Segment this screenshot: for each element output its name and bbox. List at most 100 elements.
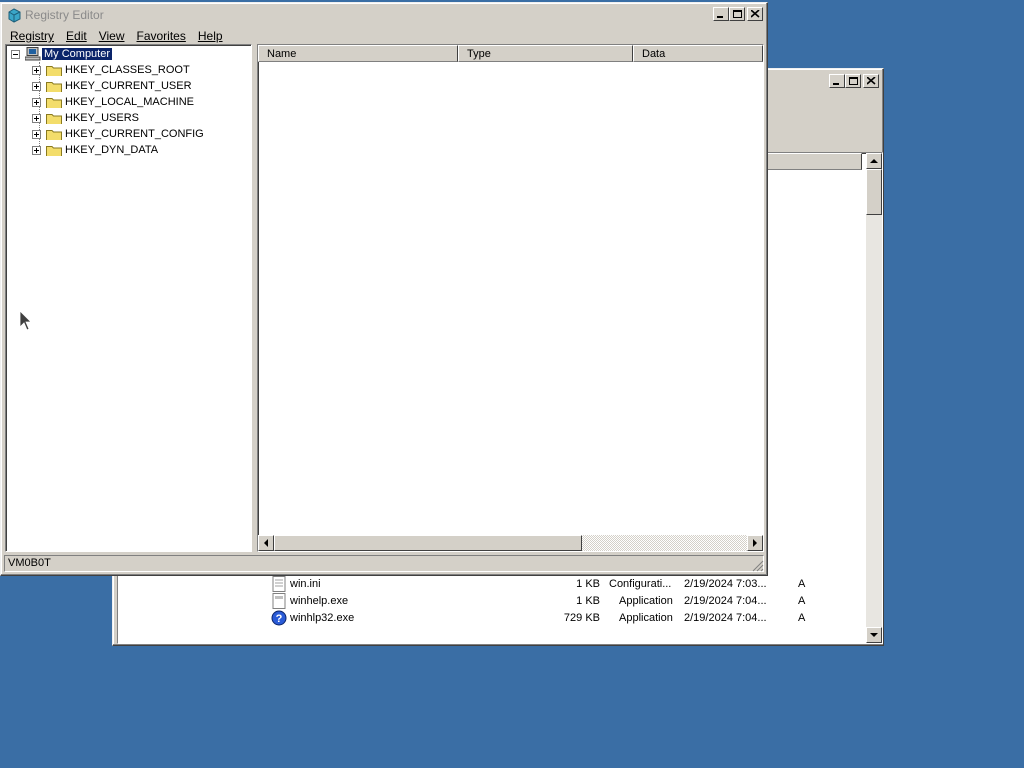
close-button[interactable] [863, 74, 879, 88]
minimize-icon [833, 83, 839, 85]
expand-icon[interactable] [32, 145, 41, 155]
file-row[interactable]: winhelp.exe 1 KB Application 2/19/2024 7… [268, 593, 858, 610]
scroll-down-button[interactable] [866, 627, 882, 643]
menu-bar: Registry Edit View Favorites Help [4, 27, 229, 45]
minimize-button[interactable] [829, 74, 845, 88]
folder-icon [46, 82, 62, 92]
menu-edit[interactable]: Edit [60, 29, 93, 43]
tree-root-label: My Computer [40, 47, 114, 61]
folder-icon [46, 130, 62, 140]
values-hscroll[interactable] [258, 535, 763, 551]
file-type: Application [619, 612, 673, 624]
svg-text:?: ? [276, 613, 283, 625]
scroll-thumb[interactable] [866, 169, 882, 215]
pane-splitter[interactable] [252, 44, 256, 552]
file-modified: 2/19/2024 7:03... [684, 578, 767, 590]
menu-label: View [98, 29, 125, 43]
file-type: Application [619, 595, 673, 607]
tree-item-label: HKEY_DYN_DATA [65, 144, 159, 156]
computer-icon [25, 47, 41, 61]
column-header-name[interactable]: Name [258, 45, 458, 62]
explorer-title-buttons [829, 74, 879, 88]
file-size: 729 KB [563, 612, 600, 624]
menu-label: Registry [10, 29, 55, 43]
folder-icon [46, 114, 62, 124]
tree-item-hkdd[interactable]: HKEY_DYN_DATA [32, 142, 158, 158]
column-header-data[interactable]: Data [633, 45, 763, 62]
column-header-type[interactable]: Type [458, 45, 633, 62]
tree-item-label: HKEY_CLASSES_ROOT [65, 64, 190, 76]
ini-file-icon [272, 576, 286, 592]
arrow-left-icon [264, 539, 268, 547]
explorer-vscroll[interactable] [866, 153, 882, 643]
close-button[interactable] [747, 7, 763, 21]
expand-icon[interactable] [32, 129, 41, 139]
column-label: Name [267, 48, 297, 60]
tree-item-label: HKEY_CURRENT_USER [65, 80, 192, 92]
close-icon [751, 10, 760, 18]
folder-icon [46, 146, 62, 156]
tree-item-hklm[interactable]: HKEY_LOCAL_MACHINE [32, 94, 194, 110]
file-modified: 2/19/2024 7:04... [684, 595, 767, 607]
file-size: 1 KB [576, 578, 600, 590]
expand-icon[interactable] [32, 65, 41, 75]
file-attr: A [798, 578, 806, 590]
tree-item-hkcu[interactable]: HKEY_CURRENT_USER [32, 78, 192, 94]
minimize-button[interactable] [713, 7, 729, 21]
tree-pane[interactable]: My Computer HKEY_CLASSES_ROOT HKEY_CURRE… [5, 44, 252, 552]
window-title: Registry Editor [25, 8, 104, 22]
tree-item-hku[interactable]: HKEY_USERS [32, 110, 139, 126]
folder-icon [46, 98, 62, 108]
folder-icon [46, 66, 62, 76]
file-modified: 2/19/2024 7:04... [684, 612, 767, 624]
file-name: winhlp32.exe [290, 612, 355, 624]
close-icon [867, 77, 876, 85]
file-attr: A [798, 612, 806, 624]
menu-label: Favorites [136, 29, 186, 43]
arrow-down-icon [870, 633, 878, 637]
menu-label: Edit [66, 29, 87, 43]
column-label: Type [467, 48, 491, 60]
menu-registry[interactable]: Registry [4, 29, 60, 43]
arrow-right-icon [753, 539, 757, 547]
file-attr: A [798, 595, 806, 607]
scroll-left-button[interactable] [258, 535, 274, 551]
mouse-cursor-icon [19, 310, 32, 331]
file-type: Configurati... [609, 578, 672, 590]
status-bar: VM0B0T [4, 555, 764, 572]
expand-icon[interactable] [32, 97, 41, 107]
values-pane[interactable]: Name Type Data [257, 44, 764, 552]
maximize-button[interactable] [845, 74, 861, 88]
tree-item-hkcc[interactable]: HKEY_CURRENT_CONFIG [32, 126, 204, 142]
file-row[interactable]: ? winhlp32.exe 729 KB Application 2/19/2… [268, 610, 858, 627]
registry-title-buttons [713, 7, 763, 21]
scroll-up-button[interactable] [866, 153, 882, 169]
menu-help[interactable]: Help [192, 29, 229, 43]
registry-editor-window: Registry Editor Registry Edit View Favor… [0, 2, 768, 576]
menu-label: Help [197, 29, 223, 43]
maximize-button[interactable] [729, 7, 745, 21]
maximize-icon [849, 77, 858, 85]
file-name: win.ini [290, 578, 321, 590]
file-row[interactable]: win.ini 1 KB Configurati... 2/19/2024 7:… [268, 576, 858, 593]
expand-icon[interactable] [32, 81, 41, 91]
column-label: Data [642, 48, 666, 60]
menu-favorites[interactable]: Favorites [131, 29, 192, 43]
collapse-icon[interactable] [11, 49, 20, 59]
scroll-thumb[interactable] [274, 535, 582, 551]
file-name: winhelp.exe [290, 595, 349, 607]
tree-item-label: HKEY_LOCAL_MACHINE [65, 96, 194, 108]
arrow-up-icon [870, 159, 878, 163]
tree-item-my-computer[interactable]: My Computer [11, 46, 114, 62]
tree-item-hkcr[interactable]: HKEY_CLASSES_ROOT [32, 62, 190, 78]
registry-editor-icon [8, 8, 21, 23]
exe-file-icon [272, 593, 286, 609]
title-bar[interactable]: Registry Editor [4, 6, 764, 24]
menu-view[interactable]: View [93, 29, 131, 43]
tree-item-label: HKEY_USERS [65, 112, 139, 124]
expand-icon[interactable] [32, 113, 41, 123]
resize-grip-icon[interactable] [752, 560, 764, 572]
minimize-icon [717, 16, 723, 18]
scroll-right-button[interactable] [747, 535, 763, 551]
file-size: 1 KB [576, 595, 600, 607]
